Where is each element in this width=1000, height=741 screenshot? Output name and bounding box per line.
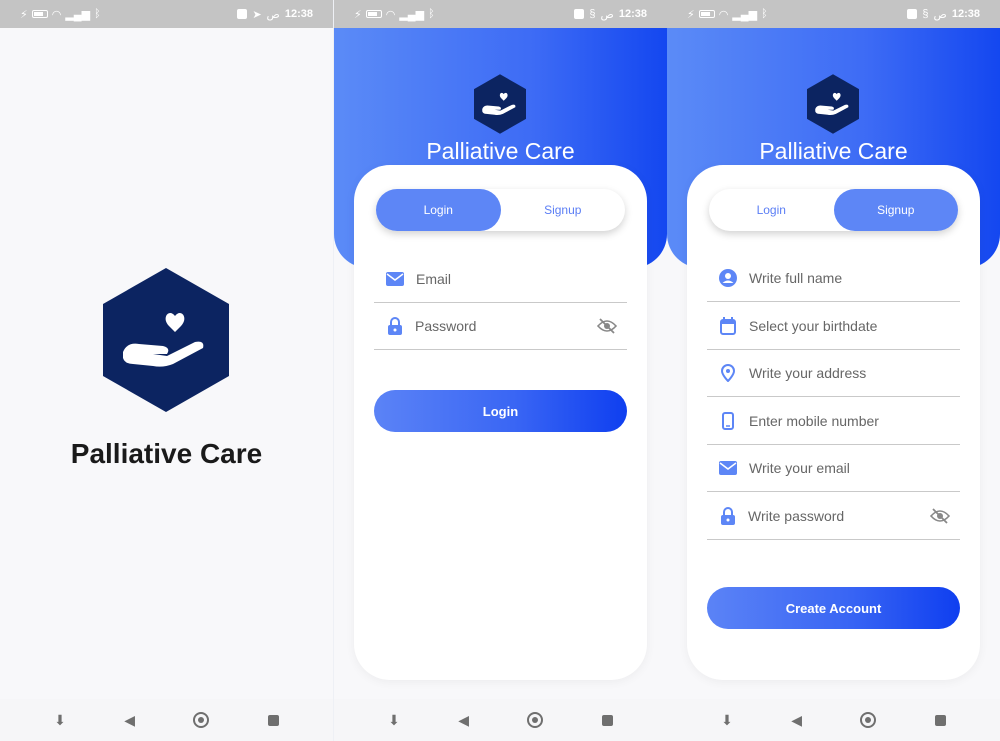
address-field-row: [707, 349, 960, 397]
signup-screen: ⚡ ◠ ▂▄▆ ᛒ § ص 12:38 Palliative Care Logi…: [667, 0, 1000, 741]
mobile-field-row: [707, 397, 960, 445]
login-card: Login Signup Login: [354, 165, 647, 680]
nav-bar: ⬇ ◀: [334, 699, 667, 741]
charging-icon: ⚡: [20, 8, 28, 21]
nav-down-icon[interactable]: ⬇: [388, 712, 400, 729]
login-button[interactable]: Login: [374, 390, 627, 432]
location-icon: [717, 362, 739, 384]
nav-down-icon[interactable]: ⬇: [54, 712, 66, 729]
telegram-icon: ➤: [252, 8, 262, 21]
sim-icon: §: [922, 8, 929, 20]
email-icon: [384, 268, 406, 290]
status-time: 12:38: [284, 8, 313, 20]
calendar-icon: [717, 315, 739, 337]
eye-off-icon[interactable]: [596, 315, 617, 337]
splash-screen: ⚡ ◠ ▂▄▆ ᛒ ➤ ص 12:38 Palliative Care ⬇ ◀: [0, 0, 333, 741]
charging-icon: ⚡: [354, 8, 362, 21]
hand-heart-icon: [474, 74, 526, 134]
charging-icon: ⚡: [687, 8, 695, 21]
password-input[interactable]: [748, 507, 929, 524]
nav-home-icon[interactable]: [193, 712, 210, 728]
header-title: Palliative Care: [426, 138, 575, 164]
bluetooth-icon: ᛒ: [761, 8, 768, 20]
signup-card: Login Signup Write full name Select your…: [687, 165, 980, 680]
hand-heart-icon: [807, 74, 859, 134]
tab-signup[interactable]: Signup: [833, 189, 958, 231]
header-title: Palliative Care: [759, 138, 908, 164]
email-field-row: [707, 444, 960, 492]
bluetooth-icon: ᛒ: [428, 8, 435, 20]
auth-toggle: Login Signup: [709, 189, 958, 231]
bluetooth-icon: ᛒ: [94, 8, 101, 20]
status-time: 12:38: [951, 8, 980, 20]
sim-icon: §: [589, 8, 596, 20]
status-bar: ⚡ ◠ ▂▄▆ ᛒ § ص 12:38: [667, 0, 1000, 28]
signal-icon: ▂▄▆: [399, 8, 425, 21]
battery-icon: [31, 10, 48, 18]
address-input[interactable]: [749, 364, 960, 381]
password-field-row: [707, 492, 960, 540]
status-ampm: ص: [600, 8, 614, 21]
status-bar: ⚡ ◠ ▂▄▆ ᛒ ➤ ص 12:38: [0, 0, 333, 28]
nav-bar: ⬇ ◀: [667, 699, 1000, 741]
lock-icon: [717, 505, 738, 527]
create-account-button[interactable]: Create Account: [707, 587, 960, 629]
birthdate-field-row: [707, 302, 960, 350]
tab-login[interactable]: Login: [376, 189, 501, 231]
wifi-icon: ◠: [51, 8, 62, 21]
status-ampm: ص: [933, 8, 947, 21]
fullname-field-row: [707, 254, 960, 302]
password-field-row: [374, 302, 627, 350]
hand-heart-icon: [103, 268, 229, 412]
battery-icon: [365, 10, 382, 18]
eye-off-icon[interactable]: [929, 505, 950, 527]
wifi-icon: ◠: [385, 8, 396, 21]
signal-icon: ▂▄▆: [65, 8, 91, 21]
battery-icon: [698, 10, 715, 18]
status-time: 12:38: [618, 8, 647, 20]
email-input[interactable]: [749, 459, 960, 476]
login-screen: ⚡ ◠ ▂▄▆ ᛒ § ص 12:38 Palliative Care Logi…: [334, 0, 667, 741]
phone-icon: [717, 410, 739, 432]
app-stage: ⚡ ◠ ▂▄▆ ᛒ ➤ ص 12:38 Palliative Care ⬇ ◀: [0, 0, 1000, 741]
nav-recents-icon[interactable]: [934, 714, 946, 726]
auth-toggle: Login Signup: [376, 189, 625, 231]
nav-back-icon[interactable]: ◀: [791, 712, 802, 729]
email-field-row: [374, 255, 627, 303]
nav-home-icon[interactable]: [860, 712, 877, 728]
app-title: Palliative Care: [70, 438, 263, 469]
tab-login[interactable]: Login: [709, 189, 834, 231]
person-icon: [717, 267, 739, 289]
tab-signup[interactable]: Signup: [501, 189, 626, 231]
nav-bar: ⬇ ◀: [0, 699, 333, 741]
nav-back-icon[interactable]: ◀: [458, 712, 469, 729]
wifi-icon: ◠: [718, 8, 729, 21]
nav-home-icon[interactable]: [527, 712, 544, 728]
nav-recents-icon[interactable]: [601, 714, 613, 726]
fullname-input[interactable]: [749, 269, 960, 286]
email-icon: [717, 457, 739, 479]
notification-icon: [237, 9, 248, 19]
email-input[interactable]: [416, 270, 627, 287]
nav-down-icon[interactable]: ⬇: [721, 712, 733, 729]
notification-icon: [907, 9, 918, 19]
notification-icon: [574, 9, 585, 19]
mobile-input[interactable]: [749, 412, 960, 429]
signal-icon: ▂▄▆: [732, 8, 758, 21]
lock-icon: [384, 315, 405, 337]
status-bar: ⚡ ◠ ▂▄▆ ᛒ § ص 12:38: [334, 0, 667, 28]
nav-recents-icon[interactable]: [267, 714, 279, 726]
password-input[interactable]: [415, 317, 596, 334]
status-ampm: ص: [266, 8, 280, 21]
birthdate-input[interactable]: [749, 317, 960, 334]
nav-back-icon[interactable]: ◀: [124, 712, 135, 729]
